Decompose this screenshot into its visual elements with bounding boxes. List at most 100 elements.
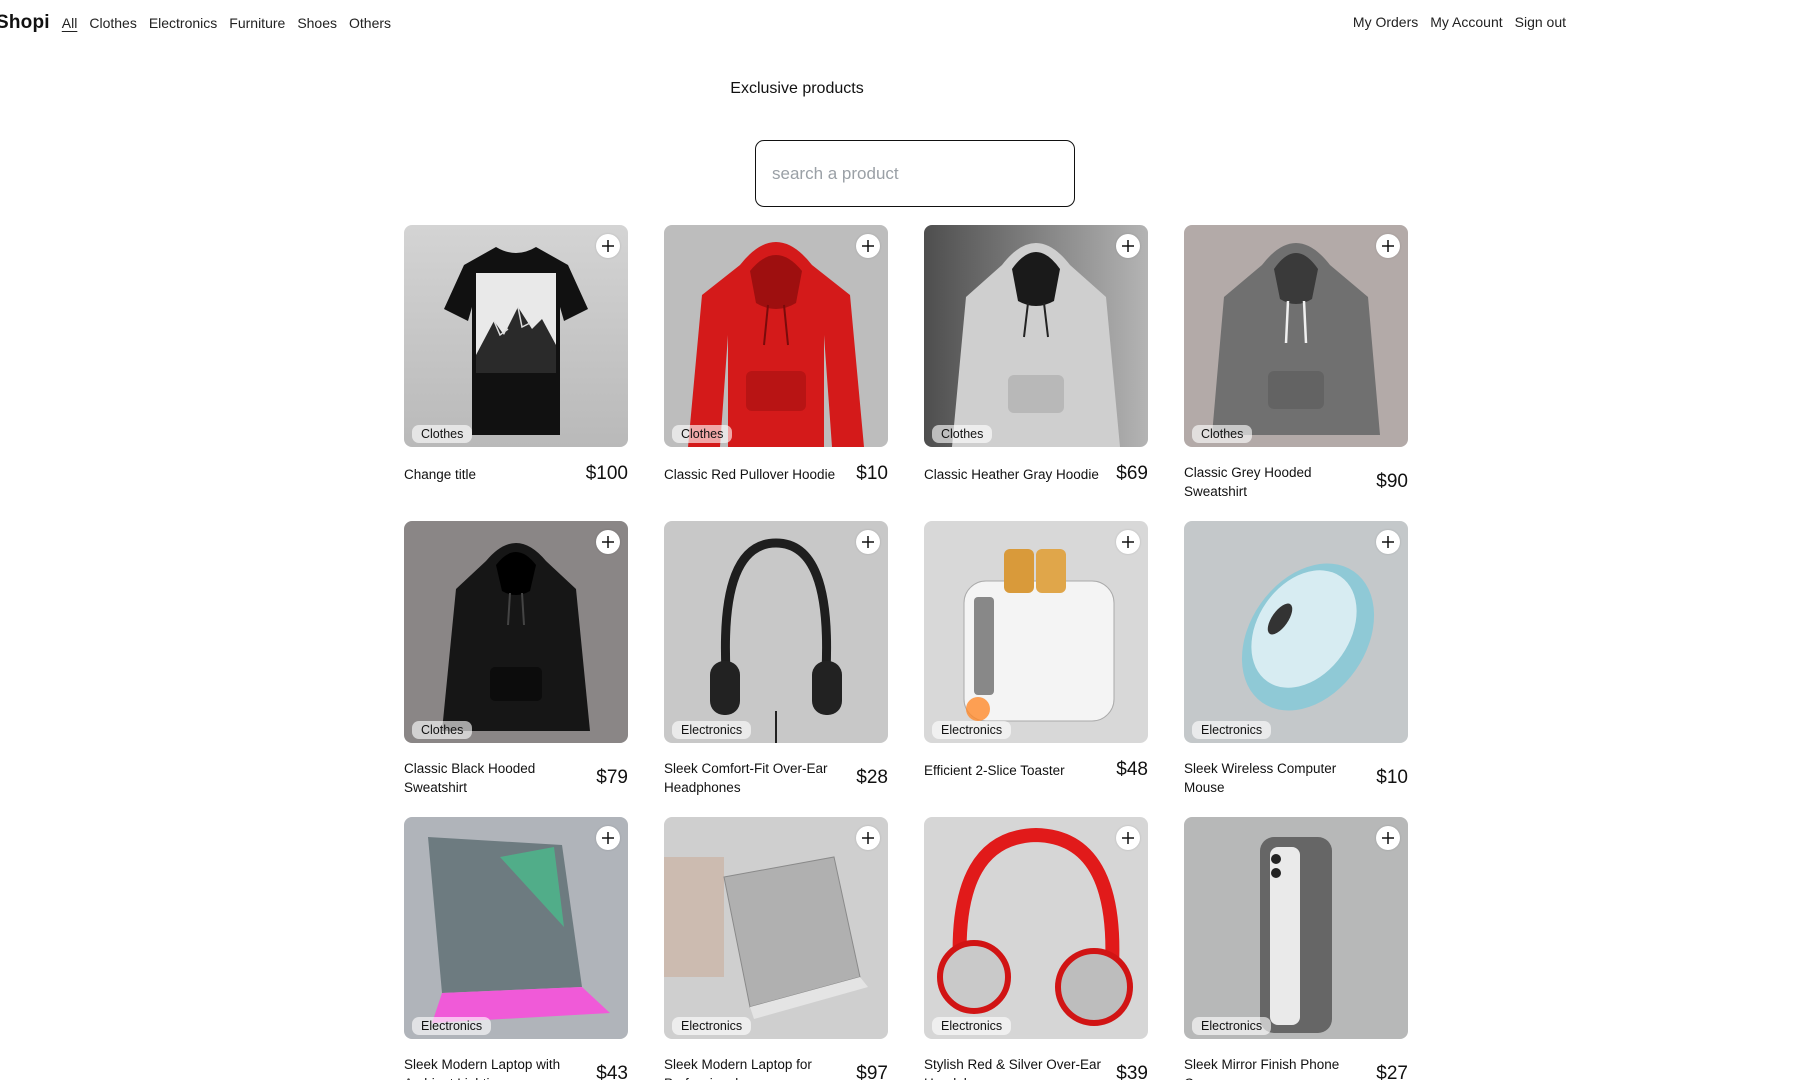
add-to-cart-button[interactable] <box>856 234 880 258</box>
product-price: $90 <box>1376 471 1408 492</box>
product-name: Sleek Mirror Finish Phone Case <box>1184 1057 1340 1080</box>
page-title: Exclusive products <box>730 80 864 97</box>
toaster-image <box>924 521 1148 743</box>
nav-category-electronics[interactable]: Electronics <box>149 15 217 31</box>
phone-case-image <box>1184 817 1408 1039</box>
nav-category-others[interactable]: Others <box>349 15 391 31</box>
product-info: Classic Grey Hooded Sweatshirt $90 <box>1184 463 1408 501</box>
category-badge: Electronics <box>672 1017 752 1035</box>
product-card[interactable]: Electronics Efficient 2-Slice Toaster $4… <box>924 521 1148 781</box>
product-name: Stylish Red & Silver Over-Ear Headphones <box>924 1057 1102 1080</box>
product-card[interactable]: Electronics Sleek Wireless Computer Mous… <box>1184 521 1408 795</box>
plus-icon <box>1122 832 1134 844</box>
add-to-cart-button[interactable] <box>1116 826 1140 850</box>
product-info: Efficient 2-Slice Toaster $48 <box>924 759 1148 781</box>
nav-category-furniture[interactable]: Furniture <box>229 15 285 31</box>
red-hoodie-image <box>664 225 888 447</box>
product-info: Classic Heather Gray Hoodie $69 <box>924 463 1148 485</box>
product-name: Change title <box>404 466 477 482</box>
my-account-link[interactable]: My Account <box>1430 14 1502 30</box>
product-image[interactable]: Clothes <box>404 521 628 743</box>
product-card[interactable]: Clothes Classic Black Hooded Sweatshirt … <box>404 521 628 795</box>
mouse-image <box>1184 521 1408 743</box>
product-image[interactable]: Electronics <box>1184 521 1408 743</box>
category-badge: Electronics <box>1192 721 1272 739</box>
plus-icon <box>1122 240 1134 252</box>
my-orders-link[interactable]: My Orders <box>1353 14 1418 30</box>
product-price: $10 <box>856 463 888 484</box>
product-info: Sleek Comfort-Fit Over-Ear Headphones $2… <box>664 759 888 797</box>
category-badge: Electronics <box>672 721 752 739</box>
add-to-cart-button[interactable] <box>1376 234 1400 258</box>
black-hoodie-image <box>404 521 628 743</box>
category-badge: Electronics <box>1192 1017 1272 1035</box>
product-image[interactable]: Clothes <box>1184 225 1408 447</box>
plus-icon <box>1382 832 1394 844</box>
product-image[interactable]: Clothes <box>924 225 1148 447</box>
add-to-cart-button[interactable] <box>1376 530 1400 554</box>
sign-out-link[interactable]: Sign out <box>1515 14 1566 30</box>
nav-category-all[interactable]: All <box>62 15 78 31</box>
top-navigation: Shopi All Clothes Electronics Furniture … <box>0 0 1802 46</box>
add-to-cart-button[interactable] <box>1116 530 1140 554</box>
product-name: Classic Black Hooded Sweatshirt <box>404 761 536 795</box>
category-badge: Clothes <box>1192 425 1253 443</box>
product-info: Sleek Modern Laptop with Ambient Lightin… <box>404 1055 628 1080</box>
product-info: Sleek Mirror Finish Phone Case $27 <box>1184 1055 1408 1080</box>
add-to-cart-button[interactable] <box>1116 234 1140 258</box>
product-image[interactable]: Electronics <box>924 521 1148 743</box>
product-card[interactable]: Clothes Classic Grey Hooded Sweatshirt $… <box>1184 225 1408 499</box>
category-badge: Clothes <box>412 721 473 739</box>
product-image[interactable]: Electronics <box>664 521 888 743</box>
add-to-cart-button[interactable] <box>596 826 620 850</box>
product-image[interactable]: Clothes <box>404 225 628 447</box>
grey-hoodie-image <box>1184 225 1408 447</box>
product-image[interactable]: Electronics <box>1184 817 1408 1039</box>
product-price: $27 <box>1376 1063 1408 1080</box>
add-to-cart-button[interactable] <box>856 530 880 554</box>
product-name: Sleek Modern Laptop with Ambient Lightin… <box>404 1057 561 1080</box>
plus-icon <box>1382 536 1394 548</box>
product-image[interactable]: Clothes <box>664 225 888 447</box>
product-image[interactable]: Electronics <box>924 817 1148 1039</box>
product-card[interactable]: Clothes Classic Heather Gray Hoodie $69 <box>924 225 1148 485</box>
nav-category-clothes[interactable]: Clothes <box>89 15 136 31</box>
black-headphones-image <box>664 521 888 743</box>
product-name: Sleek Wireless Computer Mouse <box>1184 761 1337 795</box>
product-card[interactable]: Electronics Sleek Modern Laptop for Prof… <box>664 817 888 1080</box>
product-info: Stylish Red & Silver Over-Ear Headphones… <box>924 1055 1148 1080</box>
product-name: Classic Heather Gray Hoodie <box>924 466 1099 482</box>
plus-icon <box>1122 536 1134 548</box>
product-price: $48 <box>1116 759 1148 780</box>
brand-logo[interactable]: Shopi <box>0 12 50 34</box>
nav-right: My Orders My Account Sign out <box>1353 14 1566 30</box>
search-input[interactable] <box>755 140 1075 207</box>
category-badge: Electronics <box>932 721 1012 739</box>
product-info: Classic Red Pullover Hoodie $10 <box>664 463 888 485</box>
nav-category-shoes[interactable]: Shoes <box>297 15 337 31</box>
add-to-cart-button[interactable] <box>596 234 620 258</box>
product-image[interactable]: Electronics <box>404 817 628 1039</box>
product-card[interactable]: Electronics Sleek Comfort-Fit Over-Ear H… <box>664 521 888 795</box>
category-badge: Clothes <box>672 425 733 443</box>
plus-icon <box>602 536 614 548</box>
product-card[interactable]: Electronics Sleek Mirror Finish Phone Ca… <box>1184 817 1408 1080</box>
laptop-glow-image <box>404 817 628 1039</box>
product-card[interactable]: Electronics Stylish Red & Silver Over-Ea… <box>924 817 1148 1080</box>
add-to-cart-button[interactable] <box>1376 826 1400 850</box>
product-price: $39 <box>1116 1063 1148 1080</box>
product-price: $100 <box>585 463 628 484</box>
product-price: $69 <box>1116 463 1148 484</box>
add-to-cart-button[interactable] <box>596 530 620 554</box>
red-headphones-image <box>924 817 1148 1039</box>
plus-icon <box>862 536 874 548</box>
product-image[interactable]: Electronics <box>664 817 888 1039</box>
product-card[interactable]: Clothes Change title $100 <box>404 225 628 484</box>
plus-icon <box>862 240 874 252</box>
product-card[interactable]: Electronics Sleek Modern Laptop with Amb… <box>404 817 628 1080</box>
plus-icon <box>1382 240 1394 252</box>
plus-icon <box>602 240 614 252</box>
product-card[interactable]: Clothes Classic Red Pullover Hoodie $10 <box>664 225 888 485</box>
add-to-cart-button[interactable] <box>856 826 880 850</box>
category-badge: Electronics <box>932 1017 1012 1035</box>
